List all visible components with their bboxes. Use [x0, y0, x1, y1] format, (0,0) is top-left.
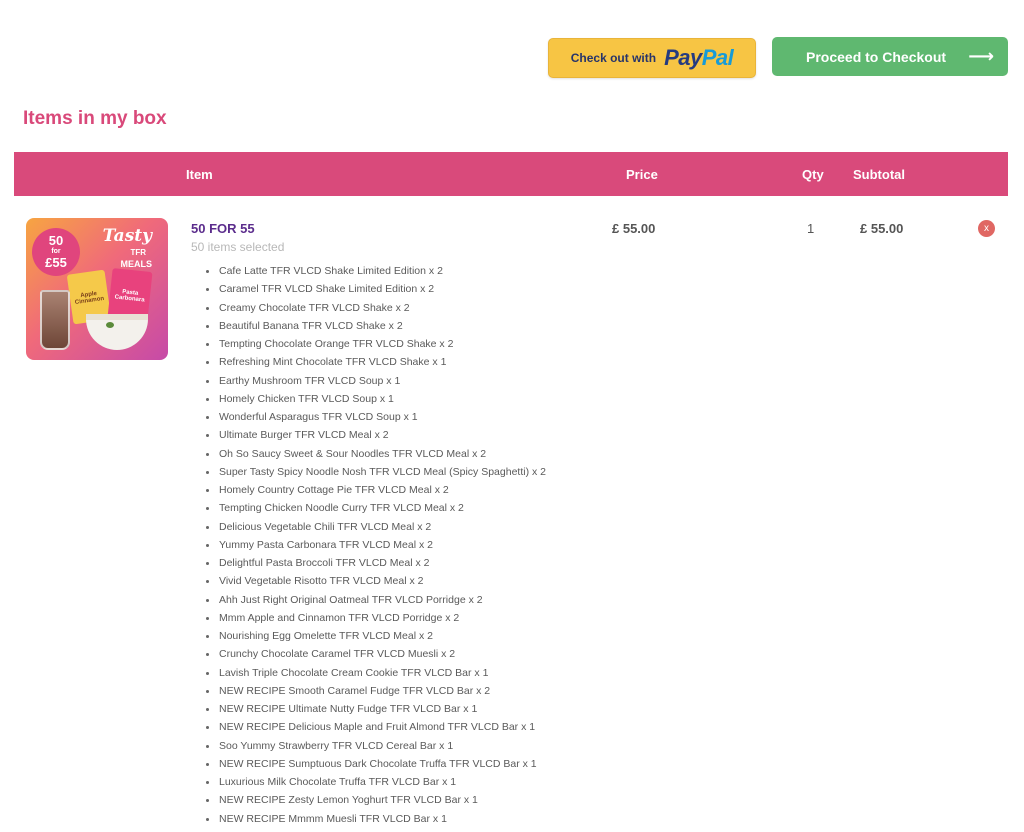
list-item: Ahh Just Right Original Oatmeal TFR VLCD… — [206, 593, 546, 611]
list-item: Homely Chicken TFR VLCD Soup x 1 — [206, 392, 546, 410]
image-meals-text: MEALS — [120, 259, 153, 269]
column-header-qty: Qty — [802, 167, 824, 182]
table-header: Item Price Qty Subtotal — [14, 152, 1008, 196]
paypal-prefix-label: Check out with — [570, 51, 657, 65]
image-tasty-text: Tasty — [102, 226, 152, 246]
product-price: £ 55.00 — [612, 221, 656, 236]
list-item: Crunchy Chocolate Caramel TFR VLCD Muesl… — [206, 647, 546, 665]
remove-item-button[interactable]: x — [978, 220, 995, 237]
image-tfr-text: TFR — [130, 248, 146, 257]
list-item: Oh So Saucy Sweet & Sour Noodles TFR VLC… — [206, 447, 546, 465]
list-item: Homely Country Cottage Pie TFR VLCD Meal… — [206, 483, 546, 501]
list-item: Earthy Mushroom TFR VLCD Soup x 1 — [206, 374, 546, 392]
list-item: Beautiful Banana TFR VLCD Shake x 2 — [206, 319, 546, 337]
proceed-to-checkout-button[interactable]: Proceed to Checkout ⟶ — [772, 37, 1008, 76]
list-item: Delicious Vegetable Chili TFR VLCD Meal … — [206, 520, 546, 538]
list-item: Luxurious Milk Chocolate Truffa TFR VLCD… — [206, 775, 546, 793]
list-item: Delightful Pasta Broccoli TFR VLCD Meal … — [206, 556, 546, 574]
list-item: NEW RECIPE Smooth Caramel Fudge TFR VLCD… — [206, 684, 546, 702]
arrow-right-icon: ⟶ — [968, 46, 994, 66]
list-item: Cafe Latte TFR VLCD Shake Limited Editio… — [206, 264, 546, 282]
product-name-link[interactable]: 50 FOR 55 — [191, 221, 255, 236]
shake-glass-illustration — [40, 290, 70, 350]
checkout-label: Proceed to Checkout — [806, 48, 947, 65]
list-item: Caramel TFR VLCD Shake Limited Edition x… — [206, 282, 546, 300]
product-qty: 1 — [807, 221, 815, 236]
product-image[interactable]: 50 for £55 Tasty TFR MEALS Apple Cinnamo… — [26, 218, 168, 360]
box-item-list: Cafe Latte TFR VLCD Shake Limited Editio… — [206, 264, 546, 830]
section-title: Items in my box — [23, 108, 167, 129]
list-item: Lavish Triple Chocolate Cream Cookie TFR… — [206, 666, 546, 684]
list-item: Creamy Chocolate TFR VLCD Shake x 2 — [206, 301, 546, 319]
list-item: Super Tasty Spicy Noodle Nosh TFR VLCD M… — [206, 465, 546, 483]
list-item: Wonderful Asparagus TFR VLCD Soup x 1 — [206, 410, 546, 428]
column-header-item: Item — [186, 167, 213, 182]
paypal-checkout-button[interactable]: Check out with PayPal — [548, 38, 756, 78]
bowl-illustration — [86, 314, 148, 350]
list-item: Ultimate Burger TFR VLCD Meal x 2 — [206, 428, 546, 446]
price-badge: 50 for £55 — [32, 228, 80, 276]
list-item: Refreshing Mint Chocolate TFR VLCD Shake… — [206, 355, 546, 373]
paypal-logo: PayPal — [664, 45, 734, 70]
list-item: NEW RECIPE Delicious Maple and Fruit Alm… — [206, 720, 546, 738]
list-item: Soo Yummy Strawberry TFR VLCD Cereal Bar… — [206, 739, 546, 757]
product-subtotal: £ 55.00 — [860, 221, 904, 236]
product-subtitle: 50 items selected — [191, 240, 285, 254]
list-item: Nourishing Egg Omelette TFR VLCD Meal x … — [206, 629, 546, 647]
list-item: NEW RECIPE Ultimate Nutty Fudge TFR VLCD… — [206, 702, 546, 720]
list-item: NEW RECIPE Zesty Lemon Yoghurt TFR VLCD … — [206, 793, 546, 811]
list-item: Mmm Apple and Cinnamon TFR VLCD Porridge… — [206, 611, 546, 629]
list-item: Vivid Vegetable Risotto TFR VLCD Meal x … — [206, 574, 546, 592]
list-item: NEW RECIPE Sumptuous Dark Chocolate Truf… — [206, 757, 546, 775]
column-header-price: Price — [626, 167, 658, 182]
list-item: Tempting Chicken Noodle Curry TFR VLCD M… — [206, 501, 546, 519]
list-item: Tempting Chocolate Orange TFR VLCD Shake… — [206, 337, 546, 355]
list-item: Yummy Pasta Carbonara TFR VLCD Meal x 2 — [206, 538, 546, 556]
list-item: NEW RECIPE Mmmm Muesli TFR VLCD Bar x 1 — [206, 812, 546, 830]
column-header-subtotal: Subtotal — [853, 167, 905, 182]
